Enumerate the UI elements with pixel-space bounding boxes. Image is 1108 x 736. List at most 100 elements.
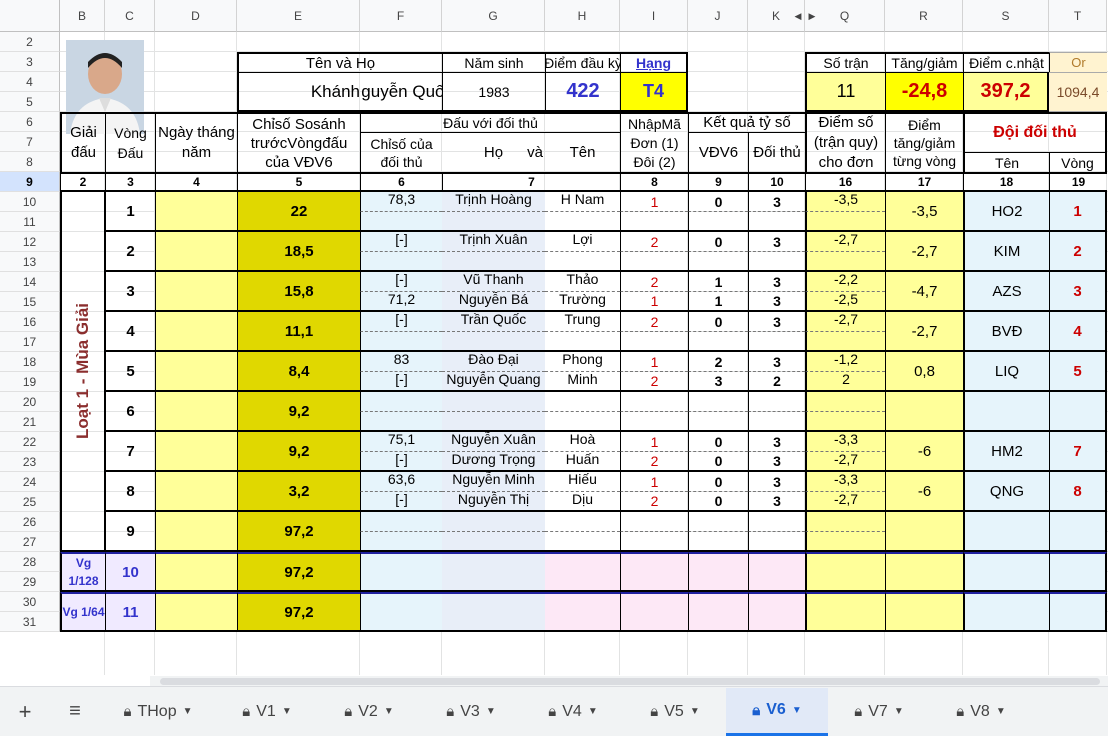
- row-header-17[interactable]: 17: [0, 332, 60, 352]
- opponent-last-name[interactable]: [442, 532, 545, 552]
- opponent-team[interactable]: LIQ: [963, 352, 1049, 392]
- round-number[interactable]: 3: [105, 272, 155, 312]
- match-points[interactable]: [805, 392, 885, 412]
- row-header-15[interactable]: 15: [0, 292, 60, 312]
- row-header-21[interactable]: 21: [0, 412, 60, 432]
- match-type-code[interactable]: 2: [620, 312, 688, 332]
- vg-empty-cell[interactable]: [748, 592, 805, 632]
- match-type-code[interactable]: [620, 532, 688, 552]
- column-header-S[interactable]: S: [963, 0, 1049, 32]
- score-opponent[interactable]: [748, 532, 805, 552]
- match-points[interactable]: -3,3: [805, 472, 885, 492]
- score-opponent[interactable]: 3: [748, 192, 805, 212]
- row-header-13[interactable]: 13: [0, 252, 60, 272]
- opponent-team[interactable]: [963, 512, 1049, 552]
- opponent-first-name[interactable]: Huấn: [545, 452, 620, 472]
- column-number-3[interactable]: 3: [105, 172, 155, 192]
- round-point-change[interactable]: -2,7: [885, 312, 963, 352]
- round-chiso[interactable]: 9,2: [237, 392, 360, 432]
- round-chiso[interactable]: 11,1: [237, 312, 360, 352]
- score-opponent[interactable]: 3: [748, 492, 805, 512]
- vg-label[interactable]: Vg 1/128: [60, 552, 105, 592]
- opponent-first-name[interactable]: [545, 252, 620, 272]
- add-sheet-button[interactable]: +: [0, 688, 50, 736]
- opponent-chiso[interactable]: [-]: [360, 312, 442, 332]
- round-point-change[interactable]: -2,7: [885, 232, 963, 272]
- vg-round-number[interactable]: 11: [105, 592, 155, 632]
- column-number-4[interactable]: 4: [155, 172, 237, 192]
- score-opponent[interactable]: 2: [748, 372, 805, 392]
- score-vdv6[interactable]: [688, 252, 748, 272]
- column-header-J[interactable]: J: [688, 0, 748, 32]
- opponent-chiso[interactable]: [360, 212, 442, 232]
- or-value[interactable]: 1094,4: [1049, 72, 1107, 112]
- row-header-29[interactable]: 29: [0, 572, 60, 592]
- match-points[interactable]: -2,7: [805, 312, 885, 332]
- match-type-code[interactable]: 1: [620, 292, 688, 312]
- match-points[interactable]: [805, 212, 885, 232]
- opponent-last-name[interactable]: [442, 332, 545, 352]
- match-type-code[interactable]: [620, 212, 688, 232]
- opponent-first-name[interactable]: Trung: [545, 312, 620, 332]
- column-number-10[interactable]: 10: [748, 172, 805, 192]
- sheet-tab-v7[interactable]: 🔒︎ V7 ▼: [828, 688, 930, 736]
- round-chiso[interactable]: 15,8: [237, 272, 360, 312]
- round-number[interactable]: 7: [105, 432, 155, 472]
- match-points[interactable]: [805, 332, 885, 352]
- round-point-change[interactable]: -6: [885, 472, 963, 512]
- vg-empty-cell[interactable]: [805, 552, 885, 592]
- vg-empty-cell[interactable]: [963, 552, 1049, 592]
- opponent-last-name[interactable]: Nguyễn Xuân: [442, 432, 545, 452]
- vg-empty-cell[interactable]: [688, 592, 748, 632]
- birth-year[interactable]: 1983: [442, 72, 545, 112]
- row-header-28[interactable]: 28: [0, 552, 60, 572]
- row-header-14[interactable]: 14: [0, 272, 60, 292]
- opponent-team[interactable]: BVĐ: [963, 312, 1049, 352]
- vg-empty-cell[interactable]: [748, 552, 805, 592]
- sheet-tab-v3[interactable]: 🔒︎ V3 ▼: [420, 688, 522, 736]
- column-header-I[interactable]: I: [620, 0, 688, 32]
- score-vdv6[interactable]: 3: [688, 372, 748, 392]
- opponent-chiso[interactable]: [-]: [360, 492, 442, 512]
- score-vdv6[interactable]: [688, 412, 748, 432]
- row-header-16[interactable]: 16: [0, 312, 60, 332]
- column-number-19[interactable]: 19: [1049, 172, 1107, 192]
- opponent-team-round[interactable]: 5: [1049, 352, 1107, 392]
- round-number[interactable]: 2: [105, 232, 155, 272]
- round-date[interactable]: [155, 512, 237, 552]
- column-number-7[interactable]: 7: [442, 172, 620, 192]
- column-header-C[interactable]: C: [105, 0, 155, 32]
- row-header-25[interactable]: 25: [0, 492, 60, 512]
- column-header-B[interactable]: B: [60, 0, 105, 32]
- opponent-chiso[interactable]: [360, 412, 442, 432]
- opponent-first-name[interactable]: Thảo: [545, 272, 620, 292]
- vg-chiso[interactable]: 97,2: [237, 552, 360, 592]
- scrollbar-thumb[interactable]: [160, 678, 1100, 685]
- opponent-first-name[interactable]: Hoà: [545, 432, 620, 452]
- row-header-2[interactable]: 2: [0, 32, 60, 52]
- score-opponent[interactable]: [748, 212, 805, 232]
- ten-va-ho-label[interactable]: Tên và Họ: [237, 52, 442, 72]
- row-header-12[interactable]: 12: [0, 232, 60, 252]
- dropdown-arrow-icon[interactable]: ▼: [282, 706, 292, 717]
- vg-round-number[interactable]: 10: [105, 552, 155, 592]
- row-header-18[interactable]: 18: [0, 352, 60, 372]
- vg-chiso[interactable]: 97,2: [237, 592, 360, 632]
- score-opponent[interactable]: [748, 412, 805, 432]
- opponent-team-round[interactable]: 1: [1049, 192, 1107, 232]
- round-date[interactable]: [155, 232, 237, 272]
- dropdown-arrow-icon[interactable]: ▼: [690, 706, 700, 717]
- score-vdv6[interactable]: 0: [688, 452, 748, 472]
- sheet-tab-v8[interactable]: 🔒︎ V8 ▼: [930, 688, 1032, 736]
- round-number[interactable]: 1: [105, 192, 155, 232]
- updated-points[interactable]: 397,2: [963, 72, 1049, 112]
- round-number[interactable]: 4: [105, 312, 155, 352]
- opponent-team-round[interactable]: 2: [1049, 232, 1107, 272]
- opponent-first-name[interactable]: [545, 532, 620, 552]
- opponent-team[interactable]: HO2: [963, 192, 1049, 232]
- column-header-G[interactable]: G: [442, 0, 545, 32]
- hidden-columns-arrow-left[interactable]: ◀: [791, 0, 805, 32]
- round-date[interactable]: [155, 392, 237, 432]
- vg-empty-cell[interactable]: [963, 592, 1049, 632]
- match-points[interactable]: [805, 412, 885, 432]
